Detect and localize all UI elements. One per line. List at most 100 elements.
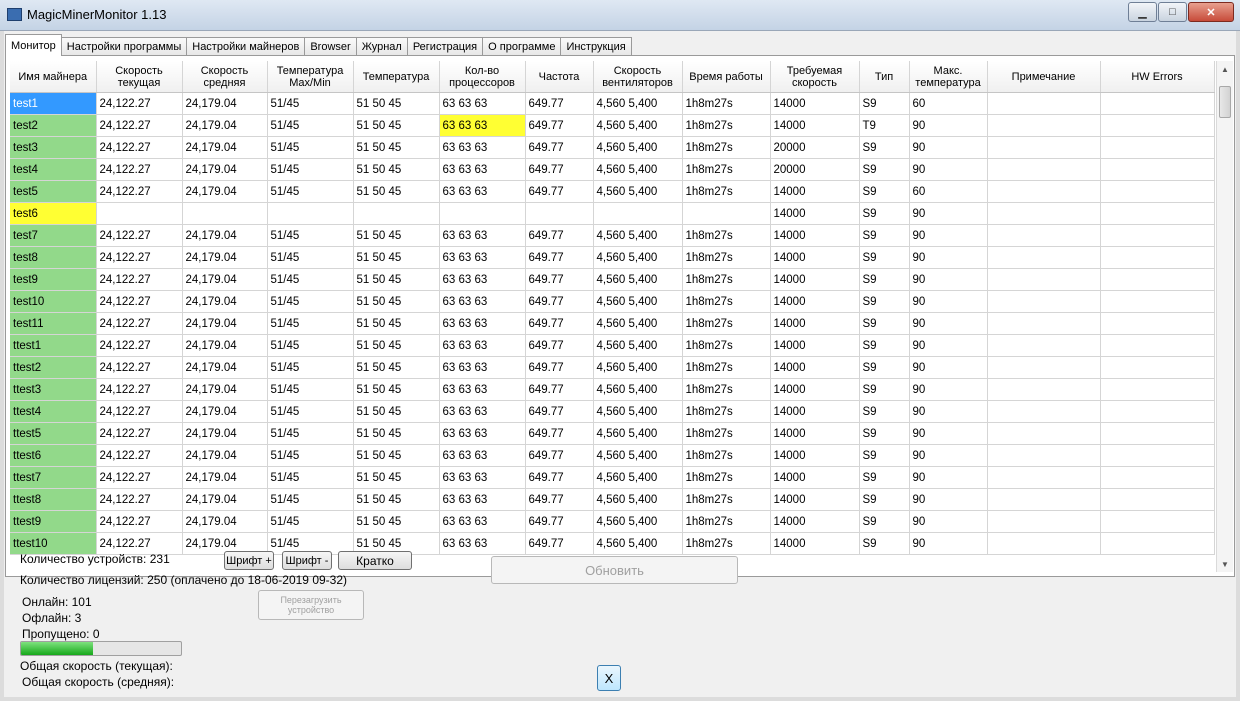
table-cell[interactable]: 51 50 45 <box>353 356 440 379</box>
table-cell[interactable]: S9 <box>859 158 910 181</box>
table-cell[interactable]: S9 <box>859 444 910 467</box>
table-cell[interactable]: 51 50 45 <box>353 180 440 203</box>
miner-name-cell[interactable]: ttest4 <box>10 400 97 423</box>
table-cell[interactable]: 63 63 63 <box>439 180 526 203</box>
miner-name-cell[interactable]: ttest7 <box>10 466 97 489</box>
table-cell[interactable]: 51/45 <box>267 444 354 467</box>
table-cell[interactable]: S9 <box>859 312 910 335</box>
column-header[interactable]: Макс. температура <box>909 61 988 93</box>
table-cell[interactable]: 649.77 <box>525 334 594 357</box>
table-cell[interactable]: 63 63 63 <box>439 510 526 533</box>
table-cell[interactable]: 63 63 63 <box>439 532 526 555</box>
table-cell[interactable]: 51 50 45 <box>353 136 440 159</box>
maximize-button[interactable]: □ <box>1158 2 1187 22</box>
scroll-up-icon[interactable]: ▲ <box>1217 61 1233 77</box>
table-cell[interactable] <box>987 202 1101 225</box>
table-cell[interactable]: 24,179.04 <box>182 488 268 511</box>
table-cell[interactable]: 1h8m27s <box>682 92 771 115</box>
table-cell[interactable]: 90 <box>909 290 988 313</box>
table-cell[interactable]: 63 63 63 <box>439 444 526 467</box>
table-cell[interactable]: 51 50 45 <box>353 466 440 489</box>
table-cell[interactable] <box>987 356 1101 379</box>
table-cell[interactable] <box>987 180 1101 203</box>
miner-name-cell[interactable]: test5 <box>10 180 97 203</box>
table-row[interactable]: ttest9 24,122.27 24,179.04 51/45 51 50 45 63 … <box>10 510 1215 533</box>
table-cell[interactable]: 1h8m27s <box>682 488 771 511</box>
table-cell[interactable]: 14000 <box>770 532 860 555</box>
table-cell[interactable]: 24,122.27 <box>96 92 183 115</box>
miner-name-cell[interactable]: test9 <box>10 268 97 291</box>
table-row[interactable]: test9 24,122.27 24,179.04 51/45 51 50 45 63 6… <box>10 268 1215 291</box>
table-cell[interactable]: 63 63 63 <box>439 290 526 313</box>
table-cell[interactable]: 63 63 63 <box>439 356 526 379</box>
table-row[interactable]: ttest8 24,122.27 24,179.04 51/45 51 50 45 63 … <box>10 488 1215 511</box>
table-cell[interactable]: 1h8m27s <box>682 510 771 533</box>
table-cell[interactable]: 90 <box>909 422 988 445</box>
tab-miner-settings[interactable]: Настройки майнеров <box>186 37 306 56</box>
column-header[interactable]: Время работы <box>682 61 771 93</box>
table-row[interactable]: test11 24,122.27 24,179.04 51/45 51 50 45 63 … <box>10 312 1215 335</box>
table-cell[interactable]: S9 <box>859 224 910 247</box>
table-cell[interactable] <box>1100 422 1215 445</box>
column-header[interactable]: Примечание <box>987 61 1101 93</box>
table-cell[interactable]: 4,560 5,400 <box>593 466 683 489</box>
table-cell[interactable] <box>987 224 1101 247</box>
table-cell[interactable]: 90 <box>909 400 988 423</box>
table-cell[interactable] <box>353 202 440 225</box>
table-cell[interactable]: 14000 <box>770 510 860 533</box>
table-row[interactable]: ttest1 24,122.27 24,179.04 51/45 51 50 45 63 … <box>10 334 1215 357</box>
miner-name-cell[interactable]: ttest5 <box>10 422 97 445</box>
reboot-device-button[interactable]: Перезагрузить устройство <box>258 590 364 620</box>
table-cell[interactable]: S9 <box>859 510 910 533</box>
table-cell[interactable]: 90 <box>909 356 988 379</box>
column-header[interactable]: Имя майнера <box>10 61 97 93</box>
table-cell[interactable]: 51 50 45 <box>353 158 440 181</box>
table-cell[interactable]: 24,122.27 <box>96 136 183 159</box>
table-cell[interactable]: S9 <box>859 334 910 357</box>
table-cell[interactable]: 649.77 <box>525 268 594 291</box>
table-row[interactable]: test10 24,122.27 24,179.04 51/45 51 50 45 63 … <box>10 290 1215 313</box>
table-row[interactable]: test5 24,122.27 24,179.04 51/45 51 50 45 63 6… <box>10 180 1215 203</box>
table-cell[interactable]: 4,560 5,400 <box>593 224 683 247</box>
table-cell[interactable]: 24,122.27 <box>96 444 183 467</box>
table-cell[interactable]: 51 50 45 <box>353 510 440 533</box>
table-row[interactable]: test3 24,122.27 24,179.04 51/45 51 50 45 63 6… <box>10 136 1215 159</box>
close-dialog-button[interactable]: X <box>597 665 621 691</box>
table-cell[interactable]: 90 <box>909 334 988 357</box>
table-cell[interactable]: 24,179.04 <box>182 180 268 203</box>
table-cell[interactable]: 649.77 <box>525 114 594 137</box>
table-cell[interactable]: 24,179.04 <box>182 378 268 401</box>
miner-name-cell[interactable]: test1 <box>10 92 97 115</box>
scroll-down-icon[interactable]: ▼ <box>1217 556 1233 572</box>
table-cell[interactable]: 24,122.27 <box>96 334 183 357</box>
table-cell[interactable]: 51/45 <box>267 510 354 533</box>
table-cell[interactable] <box>1100 356 1215 379</box>
table-cell[interactable]: S9 <box>859 488 910 511</box>
table-cell[interactable]: 90 <box>909 224 988 247</box>
table-cell[interactable]: 24,122.27 <box>96 268 183 291</box>
table-cell[interactable] <box>96 202 183 225</box>
table-cell[interactable]: 60 <box>909 92 988 115</box>
table-cell[interactable]: 4,560 5,400 <box>593 180 683 203</box>
table-cell[interactable]: 51/45 <box>267 290 354 313</box>
column-header[interactable]: Скорость средняя <box>182 61 268 93</box>
table-cell[interactable]: 4,560 5,400 <box>593 158 683 181</box>
table-cell[interactable]: T9 <box>859 114 910 137</box>
table-cell[interactable]: S9 <box>859 202 910 225</box>
table-cell[interactable]: 51 50 45 <box>353 268 440 291</box>
table-cell[interactable]: 649.77 <box>525 444 594 467</box>
table-cell[interactable]: 14000 <box>770 290 860 313</box>
table-cell[interactable] <box>987 488 1101 511</box>
table-cell[interactable]: 649.77 <box>525 92 594 115</box>
table-cell[interactable]: 90 <box>909 444 988 467</box>
table-cell[interactable] <box>1100 532 1215 555</box>
table-cell[interactable]: 14000 <box>770 268 860 291</box>
table-cell[interactable]: 4,560 5,400 <box>593 290 683 313</box>
column-header[interactable]: Температура Max/Min <box>267 61 354 93</box>
table-cell[interactable] <box>1100 400 1215 423</box>
table-cell[interactable]: 51 50 45 <box>353 312 440 335</box>
table-cell[interactable]: 63 63 63 <box>439 92 526 115</box>
miner-name-cell[interactable]: test3 <box>10 136 97 159</box>
brief-button[interactable]: Кратко <box>338 551 412 570</box>
table-cell[interactable] <box>987 422 1101 445</box>
